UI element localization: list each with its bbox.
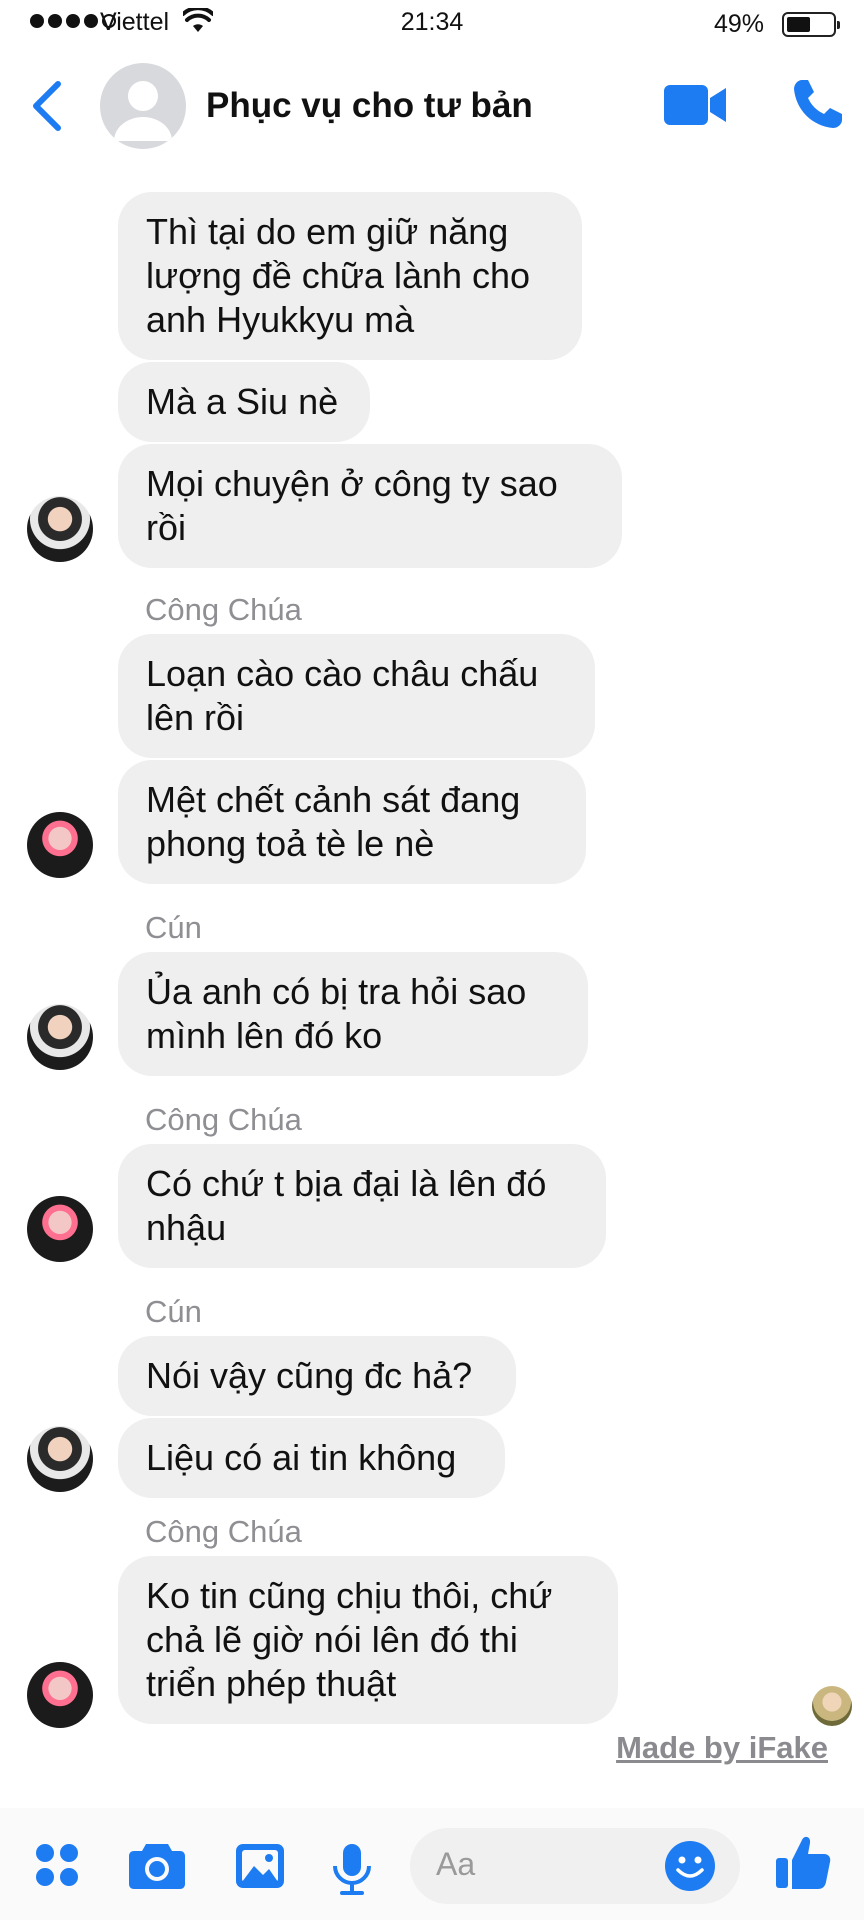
read-receipt-avatar [812, 1686, 852, 1726]
like-icon[interactable] [774, 1832, 832, 1892]
conversation-title[interactable]: Phục vụ cho tư bản [206, 86, 533, 126]
message-bubble[interactable]: Mọi chuyện ở công ty sao rồi [118, 444, 622, 568]
message-bubble[interactable]: Ko tin cũng chịu thôi, chứ chả lẽ giờ nó… [118, 1556, 618, 1724]
sender-name: Công Chúa [145, 1514, 302, 1549]
message-bubble[interactable]: Mệt chết cảnh sát đang phong toả tè le n… [118, 760, 586, 884]
conversation-header: Phục vụ cho tư bản [0, 48, 864, 168]
avatar[interactable] [27, 496, 93, 562]
back-icon[interactable] [28, 78, 68, 134]
status-bar: Viettel 21:34 49% [0, 0, 864, 48]
watermark: Made by iFake [616, 1730, 828, 1765]
camera-icon[interactable] [128, 1842, 186, 1890]
group-avatar[interactable] [100, 63, 186, 149]
avatar[interactable] [27, 1196, 93, 1262]
video-call-icon[interactable] [664, 82, 726, 128]
battery-icon [782, 12, 840, 37]
emoji-icon[interactable] [664, 1840, 716, 1892]
avatar[interactable] [27, 812, 93, 878]
default-user-icon [114, 81, 172, 141]
message-bubble[interactable]: Ủa anh có bị tra hỏi sao mình lên đó ko [118, 952, 588, 1076]
message-list[interactable]: Thì tại do em giữ năng lượng đề chữa làn… [0, 168, 864, 1788]
avatar[interactable] [27, 1662, 93, 1728]
message-bubble[interactable]: Liệu có ai tin không [118, 1418, 505, 1498]
microphone-icon[interactable] [330, 1842, 374, 1896]
message-bubble[interactable]: Thì tại do em giữ năng lượng đề chữa làn… [118, 192, 582, 360]
sender-name: Công Chúa [145, 592, 302, 627]
avatar[interactable] [27, 1004, 93, 1070]
avatar[interactable] [27, 1426, 93, 1492]
phone-icon[interactable] [790, 76, 846, 132]
sender-name: Công Chúa [145, 1102, 302, 1137]
battery-percentage: 49% [713, 10, 764, 38]
sender-name: Cún [145, 910, 202, 945]
sender-name: Cún [145, 1294, 202, 1329]
message-bubble[interactable]: Mà a Siu nè [118, 362, 370, 442]
message-bubble[interactable]: Nói vậy cũng đc hả? [118, 1336, 516, 1416]
gallery-icon[interactable] [234, 1842, 286, 1890]
apps-icon[interactable] [34, 1842, 80, 1888]
composer-toolbar [0, 1808, 864, 1920]
message-composer[interactable] [410, 1828, 740, 1904]
message-input[interactable] [436, 1846, 616, 1883]
message-bubble[interactable]: Loạn cào cào châu chấu lên rồi [118, 634, 595, 758]
message-bubble[interactable]: Có chứ t bịa đại là lên đó nhậu [118, 1144, 606, 1268]
